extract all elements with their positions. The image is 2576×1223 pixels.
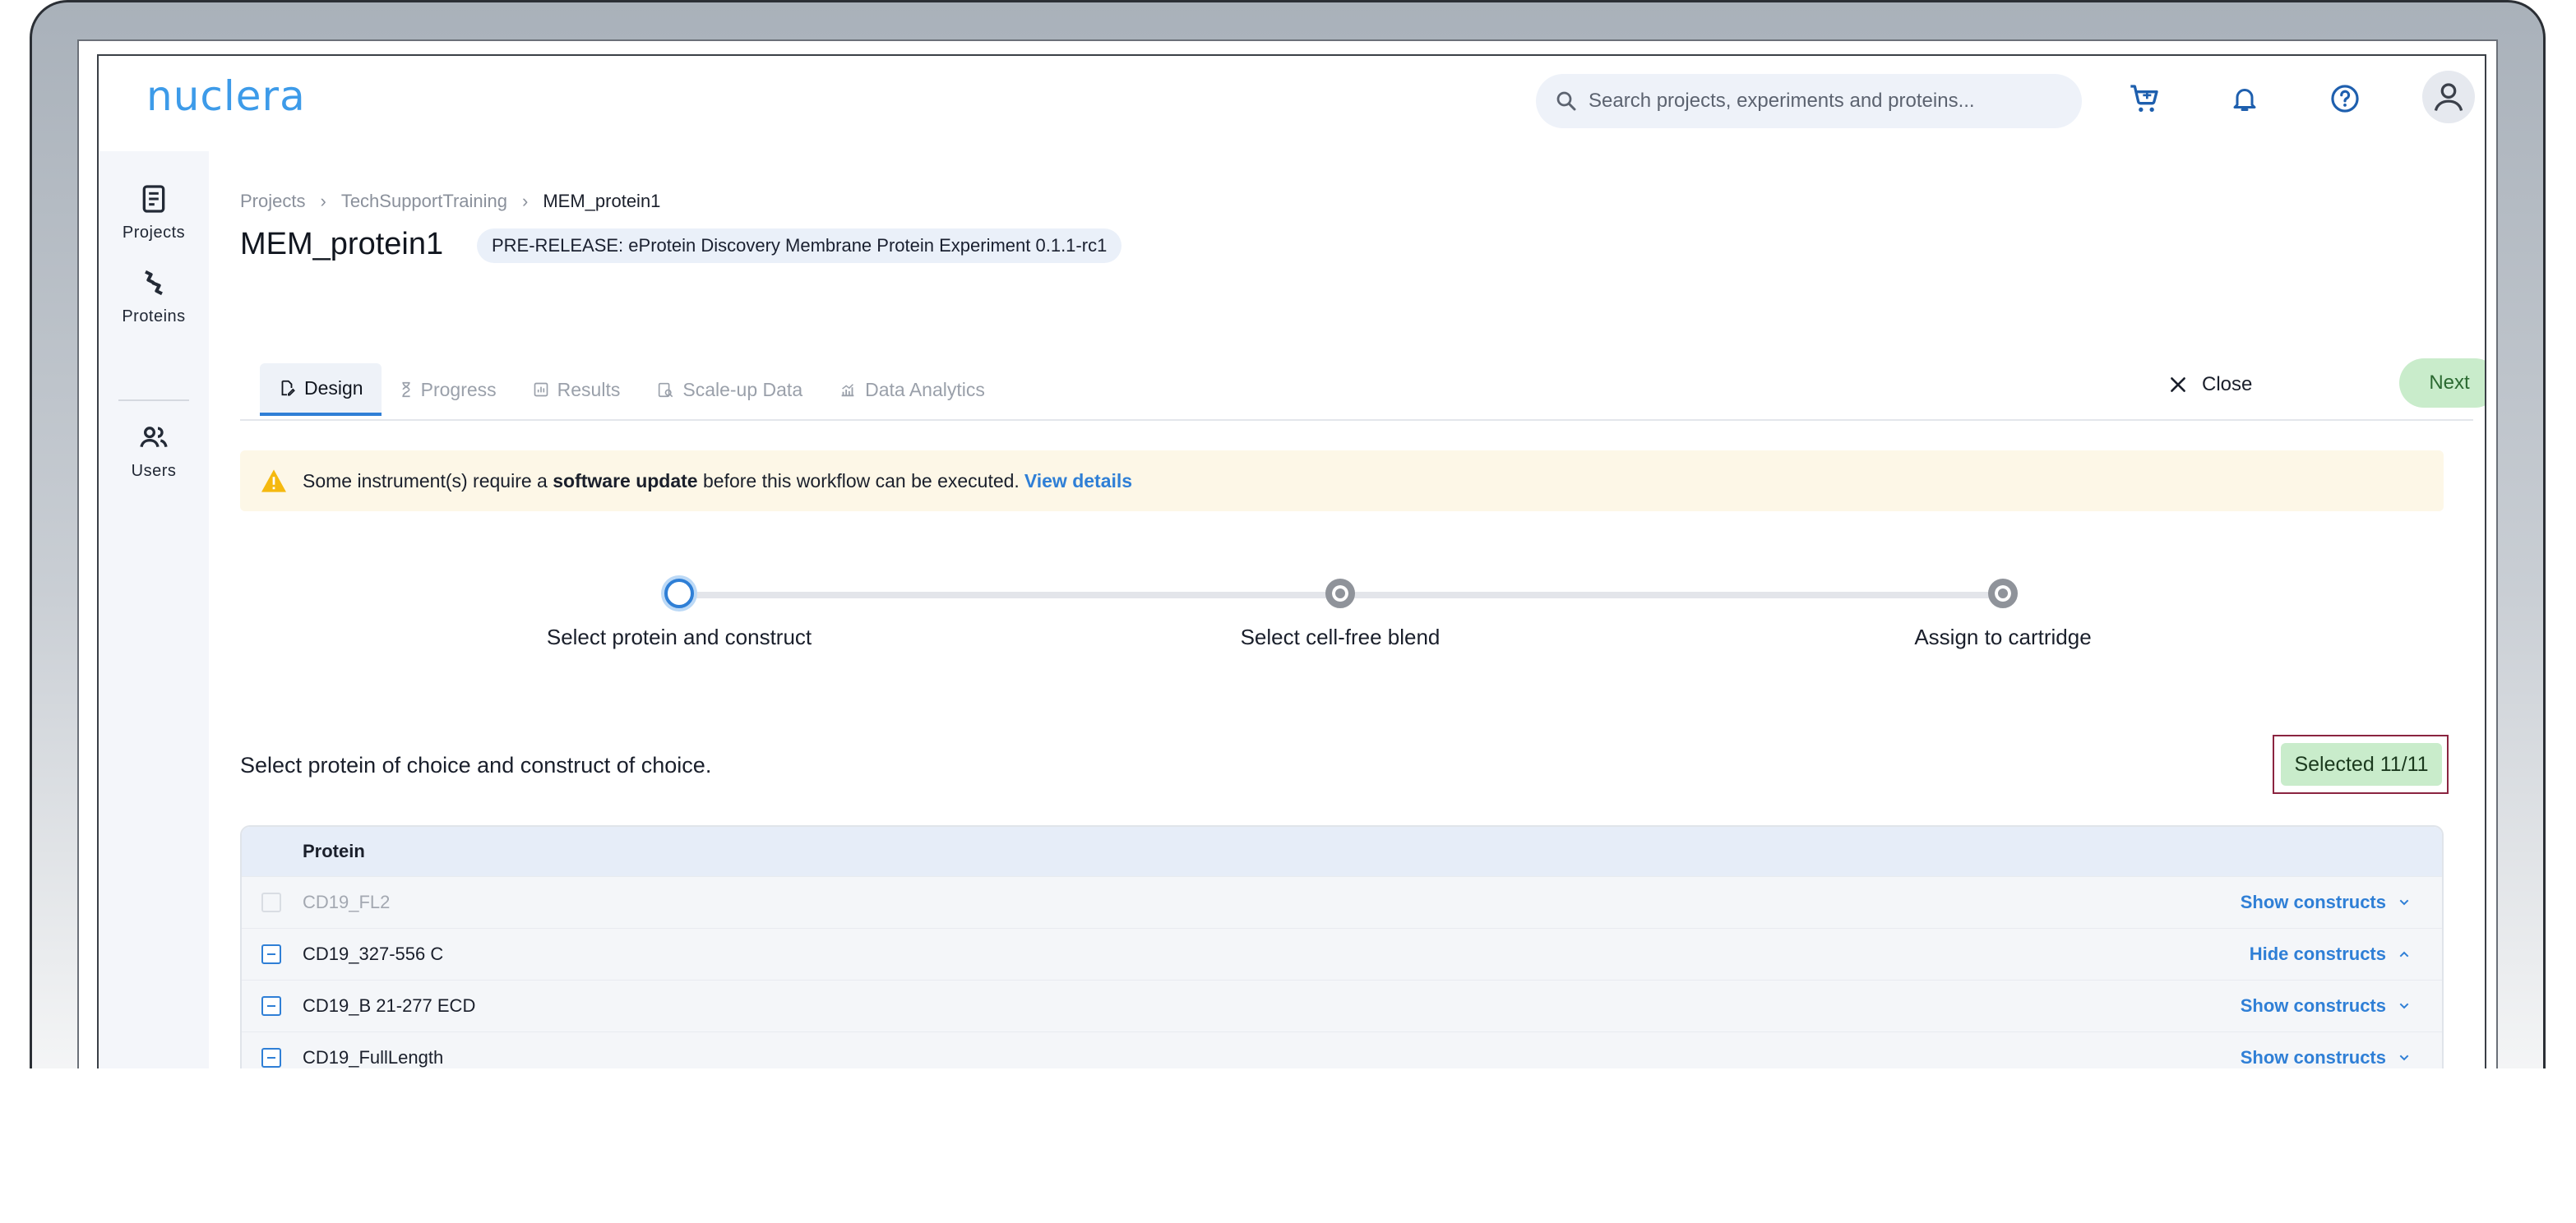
step-dot-pending[interactable] <box>1988 579 2018 608</box>
toggle-label: Show constructs <box>2240 1047 2386 1068</box>
chevron-down-icon <box>2399 1055 2409 1061</box>
table-row: CD19_B 21-277 ECD Show constructs <box>242 980 2442 1031</box>
toggle-label: Show constructs <box>2240 995 2386 1016</box>
close-label: Close <box>2202 373 2253 395</box>
main-content: Projects › TechSupportTraining › MEM_pro… <box>209 151 2485 1068</box>
close-icon <box>2171 377 2185 392</box>
hourglass-icon <box>402 381 410 398</box>
alert-text-bold: software update <box>553 469 698 492</box>
search-icon <box>1556 91 1576 111</box>
tab-data-analytics-label: Data Analytics <box>865 378 985 400</box>
protein-name: CD19_327-556 C <box>303 944 444 964</box>
workflow-stepper: Select protein and construct Select cell… <box>240 579 2444 661</box>
show-constructs-toggle[interactable]: Show constructs <box>2241 892 2411 913</box>
tab-progress[interactable]: Progress <box>382 363 515 416</box>
help-icon[interactable] <box>2327 81 2363 117</box>
users-icon <box>140 427 168 448</box>
prerelease-tag: PRE-RELEASE: eProtein Discovery Membrane… <box>477 228 1122 263</box>
nav-label-proteins: Proteins <box>122 307 186 325</box>
breadcrumb-techsupporttraining[interactable]: TechSupportTraining <box>341 191 507 212</box>
search-input[interactable] <box>1587 89 2067 113</box>
alert-text-pre: Some instrument(s) require a <box>303 469 548 492</box>
nav-item-projects[interactable]: Projects <box>99 182 209 242</box>
selected-count-badge: Selected 11/11 <box>2281 743 2442 786</box>
analytics-icon <box>841 384 854 397</box>
column-header-protein: Protein <box>303 841 365 861</box>
row-checkbox[interactable] <box>261 1048 281 1068</box>
breadcrumb-projects[interactable]: Projects <box>240 191 305 212</box>
table-row: CD19_FullLength Show constructs <box>242 1031 2442 1068</box>
step-dot-current[interactable] <box>664 579 694 608</box>
step-label-1: Select protein and construct <box>546 625 812 649</box>
table-row: CD19_FL2 Show constructs <box>242 876 2442 928</box>
next-button[interactable]: Next <box>2399 358 2485 408</box>
toggle-label: Show constructs <box>2240 892 2386 912</box>
edit-document-icon <box>281 380 295 396</box>
page-title: MEM_protein1 <box>240 227 444 261</box>
user-avatar[interactable] <box>2422 71 2475 123</box>
chevron-down-icon <box>2399 1003 2409 1009</box>
tab-bar: Design Progress Results Scale-up Data Da… <box>260 363 1003 416</box>
protein-name: CD19_FL2 <box>303 892 391 912</box>
row-checkbox[interactable] <box>261 944 281 964</box>
table-row: CD19_327-556 C Hide constructs <box>242 928 2442 980</box>
nav-label-projects: Projects <box>122 224 186 242</box>
tab-results[interactable]: Results <box>515 363 639 416</box>
top-bar: nuclera <box>99 56 2485 151</box>
instruction-text: Select protein of choice and construct o… <box>240 753 712 778</box>
tab-data-analytics[interactable]: Data Analytics <box>821 363 1003 416</box>
hide-constructs-toggle[interactable]: Hide constructs <box>2250 944 2411 965</box>
protein-icon <box>145 270 163 296</box>
app-window: nuclera Search projects, experiments and… <box>97 54 2486 1068</box>
step-label-3: Assign to cartridge <box>1914 625 2092 649</box>
nuclera-logo[interactable]: nuclera <box>146 72 306 120</box>
tab-scale-up-data[interactable]: Scale-up Data <box>638 363 821 416</box>
side-nav: Projects Proteins Users <box>99 151 209 1068</box>
close-button[interactable]: Close <box>2167 373 2252 396</box>
cart-icon[interactable] <box>2126 81 2162 117</box>
protein-name: CD19_B 21-277 ECD <box>303 995 476 1016</box>
notification-bell-icon[interactable] <box>2227 81 2263 117</box>
step-dot-pending[interactable] <box>1325 579 1355 608</box>
tab-scale-up-data-label: Scale-up Data <box>682 378 803 400</box>
nav-item-proteins[interactable]: Proteins <box>99 266 209 326</box>
breadcrumb: Projects › TechSupportTraining › MEM_pro… <box>240 191 660 212</box>
selected-count-highlight: Selected 11/11 <box>2273 735 2449 794</box>
tab-design[interactable]: Design <box>260 363 382 416</box>
table-header: Protein <box>242 827 2442 876</box>
search-bar[interactable] <box>1536 74 2082 128</box>
scale-up-icon <box>659 382 673 398</box>
warning-icon <box>261 469 286 492</box>
tab-results-label: Results <box>557 378 621 400</box>
show-constructs-toggle[interactable]: Show constructs <box>2241 995 2411 1017</box>
nav-divider <box>118 399 189 401</box>
step-label-2: Select cell-free blend <box>1240 625 1441 649</box>
software-update-alert: Some instrument(s) require a software up… <box>240 450 2444 511</box>
protein-name: CD19_FullLength <box>303 1047 444 1068</box>
tab-design-label: Design <box>304 376 363 399</box>
breadcrumb-current: MEM_protein1 <box>543 191 661 211</box>
tab-progress-label: Progress <box>420 378 497 400</box>
nav-label-users: Users <box>131 462 177 480</box>
nav-item-users[interactable]: Users <box>99 421 209 481</box>
tab-divider <box>240 419 2473 421</box>
view-details-link[interactable]: View details <box>1024 470 1132 492</box>
row-checkbox[interactable] <box>261 893 281 912</box>
breadcrumb-separator: › <box>522 191 529 211</box>
protein-table: Protein CD19_FL2 Show constructs CD19_32… <box>240 825 2444 1068</box>
row-checkbox[interactable] <box>261 996 281 1016</box>
show-constructs-toggle[interactable]: Show constructs <box>2241 1047 2411 1068</box>
document-icon <box>142 185 165 213</box>
toggle-label: Hide constructs <box>2249 944 2386 964</box>
chevron-down-icon <box>2399 899 2409 906</box>
breadcrumb-separator: › <box>320 191 326 211</box>
user-icon <box>2434 83 2463 111</box>
alert-text-post: before this workflow can be executed. <box>703 469 1020 492</box>
results-icon <box>534 382 548 397</box>
chevron-up-icon <box>2399 951 2409 958</box>
